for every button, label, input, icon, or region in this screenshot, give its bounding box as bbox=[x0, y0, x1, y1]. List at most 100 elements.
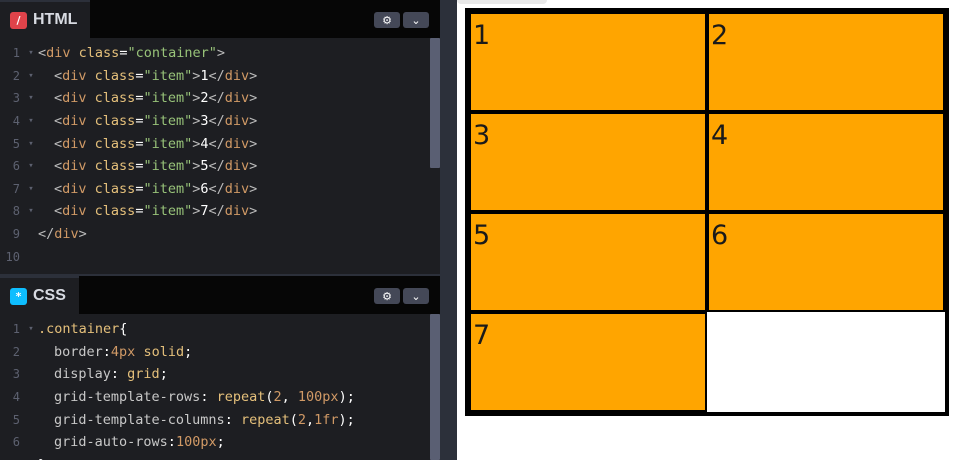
slash-icon: / bbox=[10, 11, 27, 29]
line-number: 6 bbox=[12, 159, 20, 174]
attr-value: "item" bbox=[143, 113, 193, 130]
code-line: 6 grid-auto-rows:100px; bbox=[0, 431, 430, 454]
html-pane-controls: ⚙ ⌄ bbox=[374, 12, 429, 28]
resize-gutter[interactable] bbox=[440, 0, 457, 460]
line-number: 8 bbox=[12, 204, 20, 219]
code-editor-column: / HTML ⚙ ⌄ 1 ▾ < div class = "container" > 2… bbox=[0, 0, 440, 460]
css-sep: : bbox=[200, 389, 217, 406]
code-line: 6 ▾ < div class = "item" >5 </div > bbox=[0, 155, 430, 178]
css-pane-header: * CSS ⚙ ⌄ bbox=[0, 276, 440, 314]
css-editor-pane: * CSS ⚙ ⌄ 1 ▾ .container{ 2 border:4px s… bbox=[0, 276, 440, 460]
fold-arrow-icon[interactable]: ▾ bbox=[24, 139, 38, 149]
tag-name: div bbox=[62, 203, 87, 220]
html-tab-label: HTML bbox=[33, 11, 78, 28]
grid-item: 7 bbox=[469, 312, 707, 412]
grid-item: 6 bbox=[707, 212, 945, 312]
html-tab[interactable]: / HTML bbox=[0, 0, 91, 38]
fold-arrow-icon[interactable]: ▾ bbox=[24, 48, 38, 58]
css-arg: 100px bbox=[289, 389, 339, 406]
tag-name: div bbox=[224, 67, 250, 84]
html-code-area[interactable]: 1 ▾ < div class = "container" > 2 ▾ < div cla… bbox=[0, 42, 430, 268]
css-function: repeat bbox=[216, 389, 266, 406]
fold-arrow-icon[interactable]: ▾ bbox=[24, 116, 38, 126]
tag-name: div bbox=[224, 135, 250, 152]
line-number: 3 bbox=[12, 367, 20, 382]
html-scrollbar[interactable] bbox=[430, 38, 440, 168]
line-number: 1 bbox=[12, 46, 20, 61]
code-line: 7 } bbox=[0, 454, 430, 460]
fold-arrow-icon[interactable]: ▾ bbox=[24, 71, 38, 81]
tag-name: div bbox=[62, 113, 87, 130]
css-code-area[interactable]: 1 ▾ .container{ 2 border:4px solid; 3 di… bbox=[0, 318, 430, 460]
attr-name: class bbox=[94, 203, 136, 220]
line-number: 10 bbox=[5, 249, 20, 264]
css-value-number: 100px bbox=[175, 434, 217, 451]
line-number: 2 bbox=[12, 68, 20, 83]
code-line: 2 border:4px solid; bbox=[0, 341, 430, 364]
attr-value: "container" bbox=[127, 45, 217, 62]
attr-name: class bbox=[94, 90, 136, 107]
fold-arrow-icon[interactable]: ▾ bbox=[24, 161, 38, 171]
code-line: 2 ▾ < div class = "item" >1 </div > bbox=[0, 65, 430, 88]
code-line: 10 bbox=[0, 245, 430, 268]
code-line: 3 display: grid; bbox=[0, 363, 430, 386]
line-number: 2 bbox=[12, 344, 20, 359]
css-value-keyword: grid bbox=[127, 366, 160, 383]
code-line: 5 grid-template-columns: repeat(2, 1fr); bbox=[0, 408, 430, 431]
attr-value: "item" bbox=[143, 180, 193, 197]
code-line: 3 ▾ < div class = "item" >2 </div > bbox=[0, 87, 430, 110]
fold-arrow-icon[interactable]: ▾ bbox=[24, 206, 38, 216]
fold-arrow-icon[interactable]: ▾ bbox=[24, 324, 38, 334]
tag-name: div bbox=[62, 158, 87, 175]
settings-gear-icon[interactable]: ⚙ bbox=[374, 288, 400, 304]
css-property: grid-template-columns bbox=[54, 411, 225, 428]
attr-value: "item" bbox=[143, 67, 193, 84]
code-line: 1 ▾ < div class = "container" > bbox=[0, 42, 430, 65]
fold-arrow-icon[interactable]: ▾ bbox=[24, 184, 38, 194]
line-number: 5 bbox=[12, 412, 20, 427]
fold-arrow-icon[interactable]: ▾ bbox=[24, 93, 38, 103]
line-number: 4 bbox=[12, 114, 20, 129]
css-sep: : bbox=[102, 343, 111, 360]
css-value-number: 4px bbox=[110, 343, 136, 360]
css-tab-label: CSS bbox=[33, 287, 66, 304]
code-line: 7 ▾ < div class = "item" >6 </div > bbox=[0, 178, 430, 201]
chevron-down-icon[interactable]: ⌄ bbox=[403, 12, 429, 28]
result-preview: 1 2 3 4 5 6 7 bbox=[457, 0, 958, 460]
item-text: 1 bbox=[200, 67, 209, 84]
grid-item: 2 bbox=[707, 12, 945, 112]
attr-value: "item" bbox=[143, 203, 193, 220]
tag-name: div bbox=[224, 203, 250, 220]
grid-item: 1 bbox=[469, 12, 707, 112]
attr-value: "item" bbox=[143, 90, 193, 107]
tag-name: div bbox=[54, 226, 79, 243]
chevron-down-icon[interactable]: ⌄ bbox=[403, 288, 429, 304]
code-line: 4 ▾ < div class = "item" >3 </div > bbox=[0, 110, 430, 133]
attr-name: class bbox=[94, 113, 136, 130]
grid-container: 1 2 3 4 5 6 7 bbox=[465, 8, 949, 416]
tag-name: div bbox=[62, 180, 87, 197]
code-line: 1 ▾ .container{ bbox=[0, 318, 430, 341]
tag-name: div bbox=[224, 113, 250, 130]
css-value-keyword: solid bbox=[135, 343, 185, 360]
tag-name: div bbox=[224, 90, 250, 107]
item-text: 6 bbox=[200, 180, 209, 197]
settings-gear-icon[interactable]: ⚙ bbox=[374, 12, 400, 28]
tag-name: div bbox=[62, 90, 87, 107]
css-scrollbar[interactable] bbox=[430, 314, 440, 460]
attr-name: class bbox=[94, 135, 136, 152]
css-tab[interactable]: * CSS bbox=[0, 276, 79, 314]
asterisk-icon: * bbox=[10, 287, 27, 305]
css-property: border bbox=[54, 343, 103, 360]
css-sep: : bbox=[167, 434, 176, 451]
line-number: 5 bbox=[12, 136, 20, 151]
attr-name: class bbox=[94, 67, 136, 84]
line-number: 1 bbox=[12, 322, 20, 337]
attr-value: "item" bbox=[143, 158, 193, 175]
line-number: 3 bbox=[12, 91, 20, 106]
grid-item: 5 bbox=[469, 212, 707, 312]
line-number: 4 bbox=[12, 390, 20, 405]
tag-name: div bbox=[46, 45, 71, 62]
css-property: display bbox=[54, 366, 111, 383]
css-property: grid-auto-rows bbox=[54, 434, 168, 451]
